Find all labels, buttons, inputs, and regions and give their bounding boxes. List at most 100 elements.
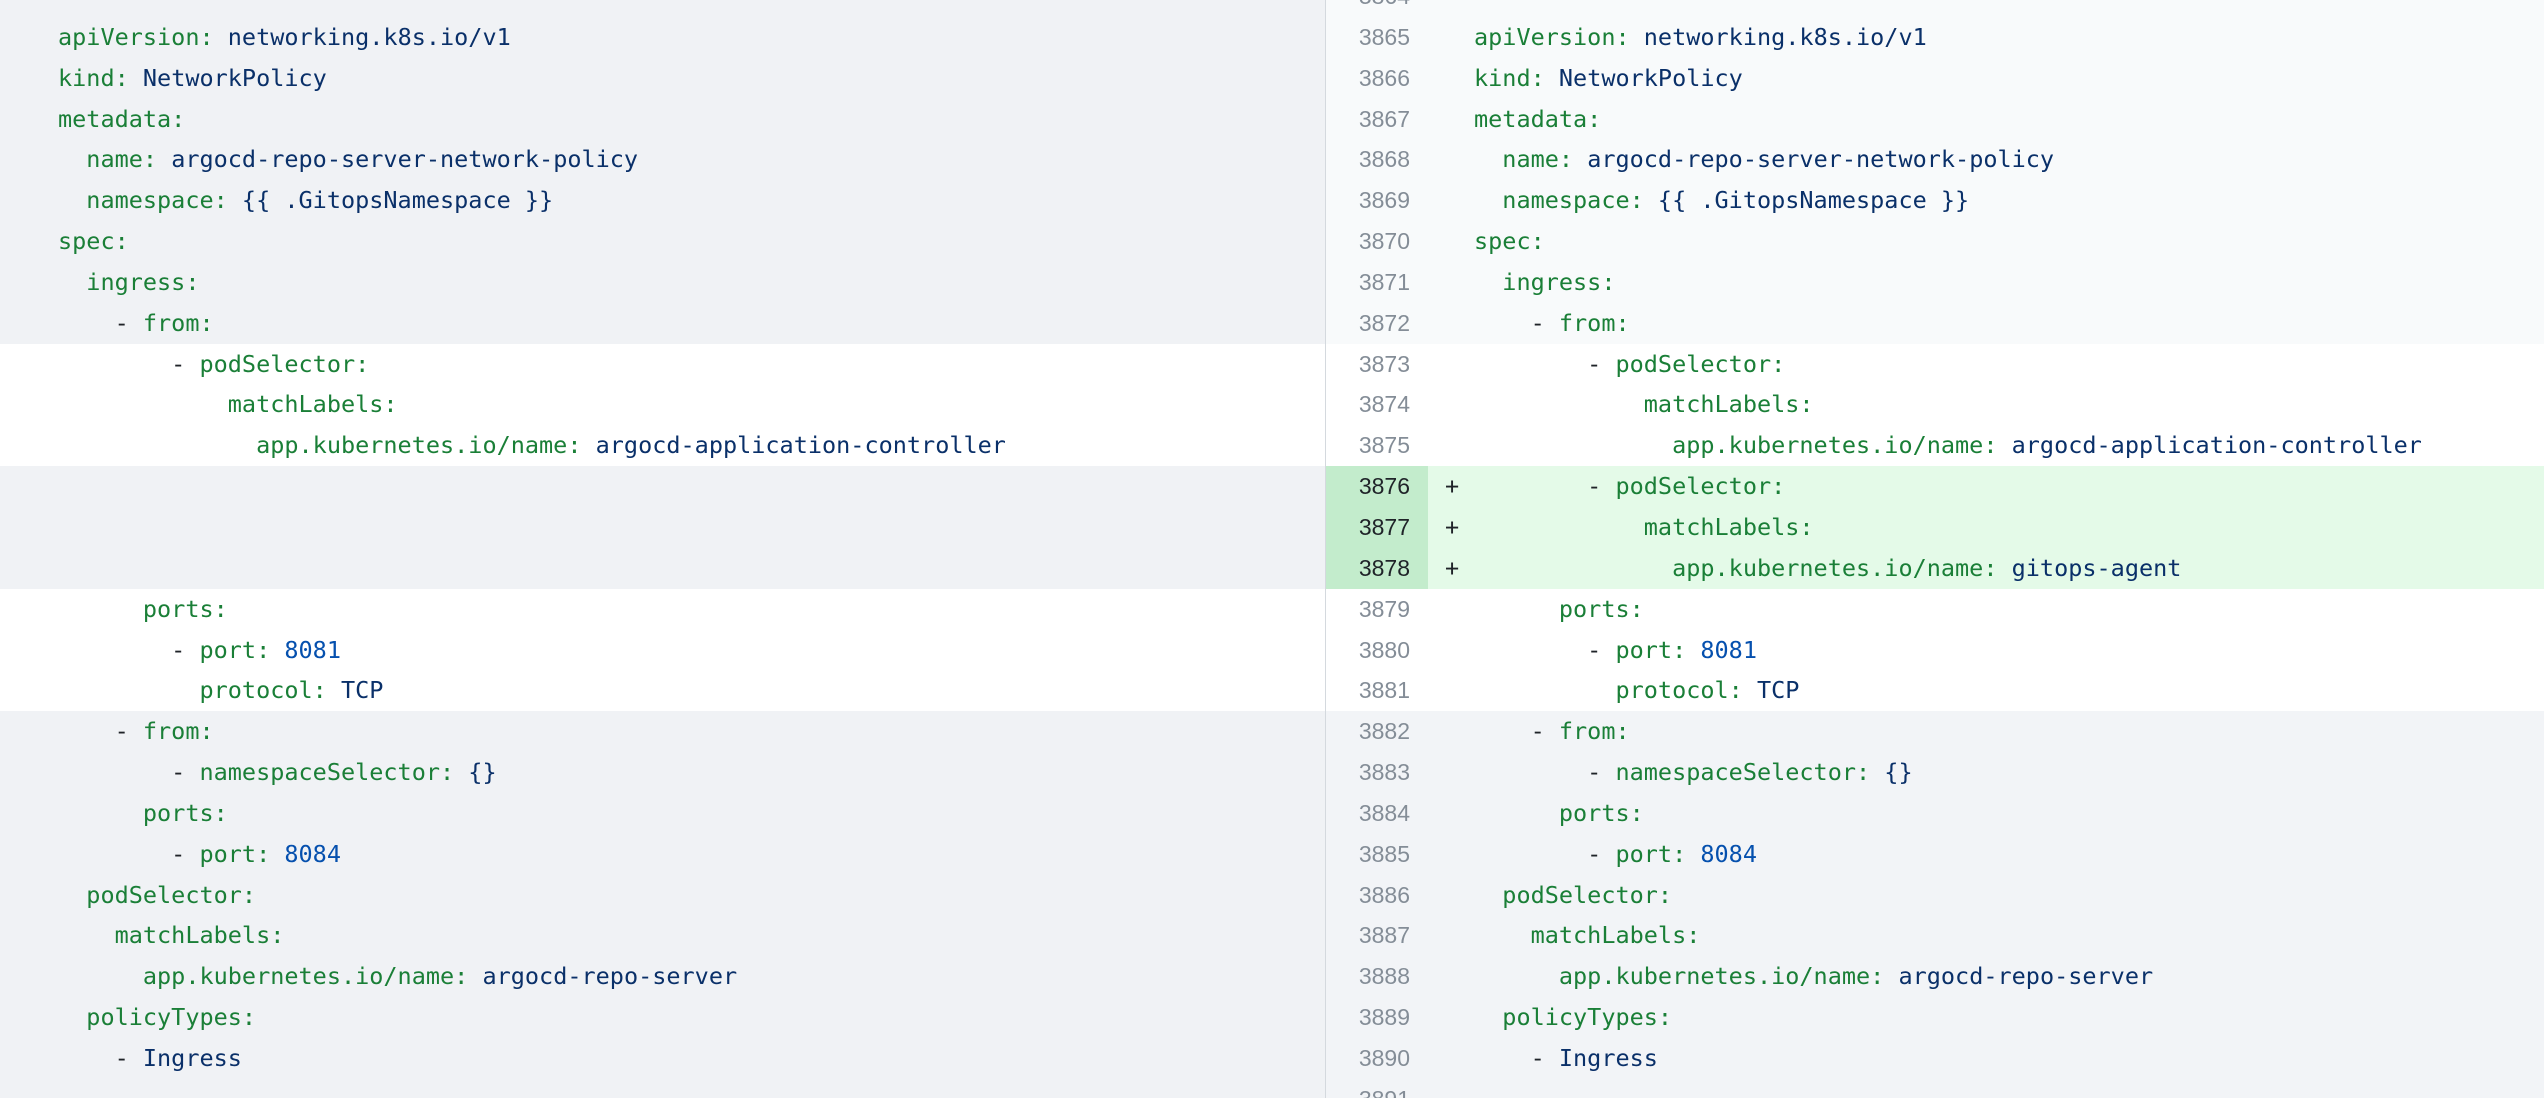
line-number[interactable]: 3870 — [1326, 221, 1428, 262]
new-code-line: - from: — [1474, 303, 2544, 344]
line-number[interactable]: 3889 — [1326, 997, 1428, 1038]
code-segment-key: matchLabels: — [58, 921, 284, 949]
code-segment-num: 8084 — [1686, 840, 1757, 868]
diff-row-old: metadata: — [0, 99, 1325, 140]
new-code-line: apiVersion: networking.k8s.io/v1 — [1474, 17, 2544, 58]
new-code-line: name: argocd-repo-server-network-policy — [1474, 139, 2544, 180]
code-segment-plain: - — [1474, 472, 1615, 500]
code-segment-key: kind: — [1474, 64, 1545, 92]
line-number[interactable]: 3874 — [1326, 384, 1428, 425]
code-segment-val: argocd-application-controller — [581, 431, 1005, 459]
old-code-line: namespace: {{ .GitopsNamespace }} — [58, 180, 1325, 221]
diff-row-new: 3878+ app.kubernetes.io/name: gitops-age… — [1326, 548, 2544, 589]
diff-row-new: 3870spec: — [1326, 221, 2544, 262]
code-segment-key: podSelector: — [199, 350, 369, 378]
line-number[interactable]: 3885 — [1326, 834, 1428, 875]
line-number[interactable]: 3872 — [1326, 303, 1428, 344]
line-number[interactable]: 3867 — [1326, 99, 1428, 140]
code-segment-key: apiVersion: — [58, 23, 214, 51]
new-code-line: app.kubernetes.io/name: argocd-applicati… — [1474, 425, 2544, 466]
old-code-line: - podSelector: — [58, 344, 1325, 385]
line-number[interactable]: 3878 — [1326, 548, 1428, 589]
diff-row-old: ports: — [0, 589, 1325, 630]
diff-row-new: 3866 kind: NetworkPolicy — [1326, 58, 2544, 99]
new-code-line: - podSelector: — [1474, 344, 2544, 385]
line-number[interactable]: 3876 — [1326, 466, 1428, 507]
code-segment-plain: --- — [58, 1085, 100, 1098]
code-segment-key: app.kubernetes.io/name: — [58, 962, 468, 990]
old-code-line: --- — [58, 1079, 1325, 1098]
diff-row-old: spec: — [0, 221, 1325, 262]
line-number[interactable]: 3879 — [1326, 589, 1428, 630]
code-segment-key: namespaceSelector: — [199, 758, 454, 786]
old-code-line: - Ingress — [58, 1038, 1325, 1079]
new-code-line: matchLabels: — [1474, 384, 2544, 425]
diff-row-new: 3888 app.kubernetes.io/name: argocd-repo… — [1326, 956, 2544, 997]
old-code-line: matchLabels: — [58, 915, 1325, 956]
line-number[interactable]: 3877 — [1326, 507, 1428, 548]
line-number[interactable]: 3890 — [1326, 1038, 1428, 1079]
line-number[interactable]: 3881 — [1326, 670, 1428, 711]
diff-row-old: namespace: {{ .GitopsNamespace }} — [0, 180, 1325, 221]
code-segment-plain: --- — [1474, 1085, 1516, 1098]
new-code-line: - port: 8084 — [1474, 834, 2544, 875]
line-number[interactable]: 3891 — [1326, 1079, 1428, 1098]
code-segment-key: protocol: — [58, 676, 327, 704]
line-number[interactable]: 3880 — [1326, 630, 1428, 671]
code-segment-val: {} — [454, 758, 496, 786]
line-number[interactable]: 3883 — [1326, 752, 1428, 793]
old-code-line: - from: — [58, 303, 1325, 344]
code-segment-val: argocd-repo-server-network-policy — [157, 145, 638, 173]
code-segment-key: from: — [143, 309, 214, 337]
code-segment-plain: - — [58, 758, 199, 786]
code-segment-key: namespace: — [1474, 186, 1644, 214]
code-segment-plain: - — [58, 1044, 143, 1072]
diff-row-old: policyTypes: — [0, 997, 1325, 1038]
new-code-line: policyTypes: — [1474, 997, 2544, 1038]
code-segment-plain: - — [58, 840, 199, 868]
old-code-line: apiVersion: networking.k8s.io/v1 — [58, 17, 1325, 58]
diff-row-old: matchLabels: — [0, 384, 1325, 425]
diff-row-old: - port: 8084 — [0, 834, 1325, 875]
old-code-line: --- — [58, 0, 1325, 17]
line-number[interactable]: 3887 — [1326, 915, 1428, 956]
code-segment-key: ports: — [58, 799, 228, 827]
new-code-pane: 3864 --- 3865 apiVersion: networking.k8s.io… — [1326, 0, 2544, 1098]
code-segment-key: metadata: — [58, 105, 185, 133]
code-segment-plain: - — [58, 350, 199, 378]
code-segment-plain: - — [1474, 717, 1559, 745]
new-code-line: - podSelector: — [1474, 466, 2544, 507]
diff-row-new: 3882 - from: — [1326, 711, 2544, 752]
line-number[interactable]: 3868 — [1326, 139, 1428, 180]
new-code-rows: 3864 --- 3865 apiVersion: networking.k8s.io… — [1326, 0, 2544, 1098]
code-segment-key: podSelector: — [58, 881, 256, 909]
line-number[interactable]: 3875 — [1326, 425, 1428, 466]
diff-row-old: app.kubernetes.io/name: argocd-repo-serv… — [0, 956, 1325, 997]
code-segment-key: ingress: — [1474, 268, 1615, 296]
diff-row-new: 3873 - podSelector: — [1326, 344, 2544, 385]
line-number[interactable]: 3869 — [1326, 180, 1428, 221]
new-code-line: kind: NetworkPolicy — [1474, 58, 2544, 99]
diff-row-old: --- — [0, 0, 1325, 17]
line-number[interactable]: 3865 — [1326, 17, 1428, 58]
line-number[interactable]: 3886 — [1326, 875, 1428, 916]
old-code-line: podSelector: — [58, 875, 1325, 916]
code-segment-key: kind: — [58, 64, 129, 92]
old-code-line: - from: — [58, 711, 1325, 752]
new-code-line: ingress: — [1474, 262, 2544, 303]
line-number[interactable]: 3873 — [1326, 344, 1428, 385]
code-segment-key: protocol: — [1474, 676, 1743, 704]
line-number[interactable]: 3882 — [1326, 711, 1428, 752]
line-number[interactable]: 3864 — [1326, 0, 1428, 17]
diff-row-new: 3875 app.kubernetes.io/name: argocd-appl… — [1326, 425, 2544, 466]
code-segment-key: app.kubernetes.io/name: — [1474, 962, 1884, 990]
line-number[interactable]: 3871 — [1326, 262, 1428, 303]
line-number[interactable]: 3884 — [1326, 793, 1428, 834]
code-segment-plain: --- — [58, 0, 100, 10]
new-code-line: --- — [1474, 0, 2544, 17]
line-number[interactable]: 3866 — [1326, 58, 1428, 99]
diff-row-new: 3883 - namespaceSelector: {} — [1326, 752, 2544, 793]
line-number[interactable]: 3888 — [1326, 956, 1428, 997]
code-segment-num: 8081 — [270, 636, 341, 664]
diff-row-new: 3886 podSelector: — [1326, 875, 2544, 916]
